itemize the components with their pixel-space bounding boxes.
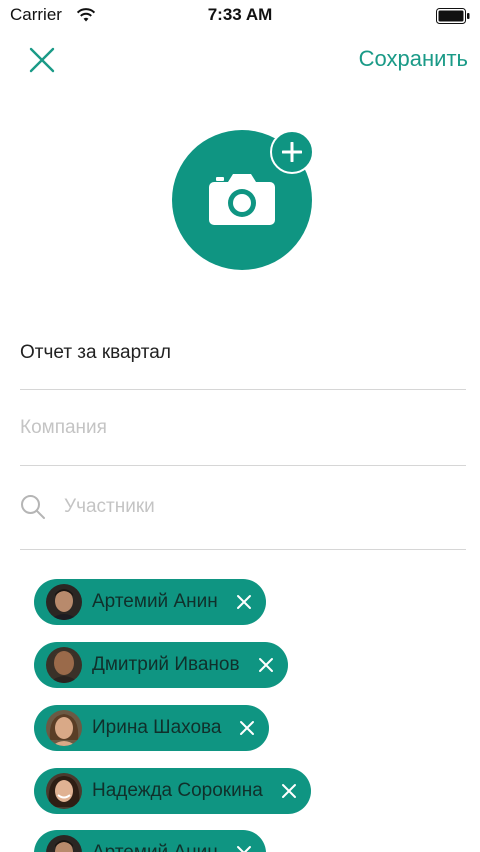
avatar: [46, 710, 82, 746]
participant-name: Ирина Шахова: [92, 717, 222, 738]
participant-name: Артемий Анин: [92, 591, 218, 612]
status-bar: Carrier 7:33 AM: [0, 0, 480, 32]
avatar: [46, 773, 82, 809]
participant-name: Артемий Анин: [92, 842, 218, 852]
report-title-field[interactable]: Отчет за квартал: [20, 330, 466, 390]
participant-chip[interactable]: Ирина Шахова: [34, 705, 270, 751]
company-placeholder: Компания: [20, 417, 107, 438]
add-photo-button[interactable]: [270, 130, 314, 174]
camera-icon: [209, 174, 275, 225]
save-button[interactable]: Сохранить: [359, 46, 468, 72]
remove-icon[interactable]: [239, 720, 255, 736]
participant-name: Дмитрий Иванов: [92, 654, 240, 675]
participant-chip[interactable]: Надежда Сорокина: [34, 768, 311, 814]
plus-icon: [282, 142, 302, 162]
close-button[interactable]: [29, 47, 55, 73]
remove-icon[interactable]: [236, 845, 252, 852]
avatar: [46, 584, 82, 620]
participants-search-field[interactable]: Участники: [20, 480, 466, 550]
search-icon: [21, 495, 45, 519]
remove-icon[interactable]: [281, 783, 297, 799]
avatar: [46, 835, 82, 852]
company-field[interactable]: Компания: [20, 404, 466, 466]
clock: 7:33 AM: [207, 5, 273, 24]
participant-chip[interactable]: Артемий Анин: [34, 830, 266, 852]
report-title-value: Отчет за квартал: [20, 342, 171, 363]
participants-placeholder: Участники: [64, 496, 155, 517]
remove-icon[interactable]: [258, 657, 274, 673]
remove-icon[interactable]: [236, 594, 252, 610]
participant-chip[interactable]: Дмитрий Иванов: [34, 642, 288, 688]
participant-name: Надежда Сорокина: [92, 780, 263, 801]
battery-icon: [436, 8, 470, 24]
participant-chip[interactable]: Артемий Анин: [34, 579, 266, 625]
avatar: [46, 647, 82, 683]
